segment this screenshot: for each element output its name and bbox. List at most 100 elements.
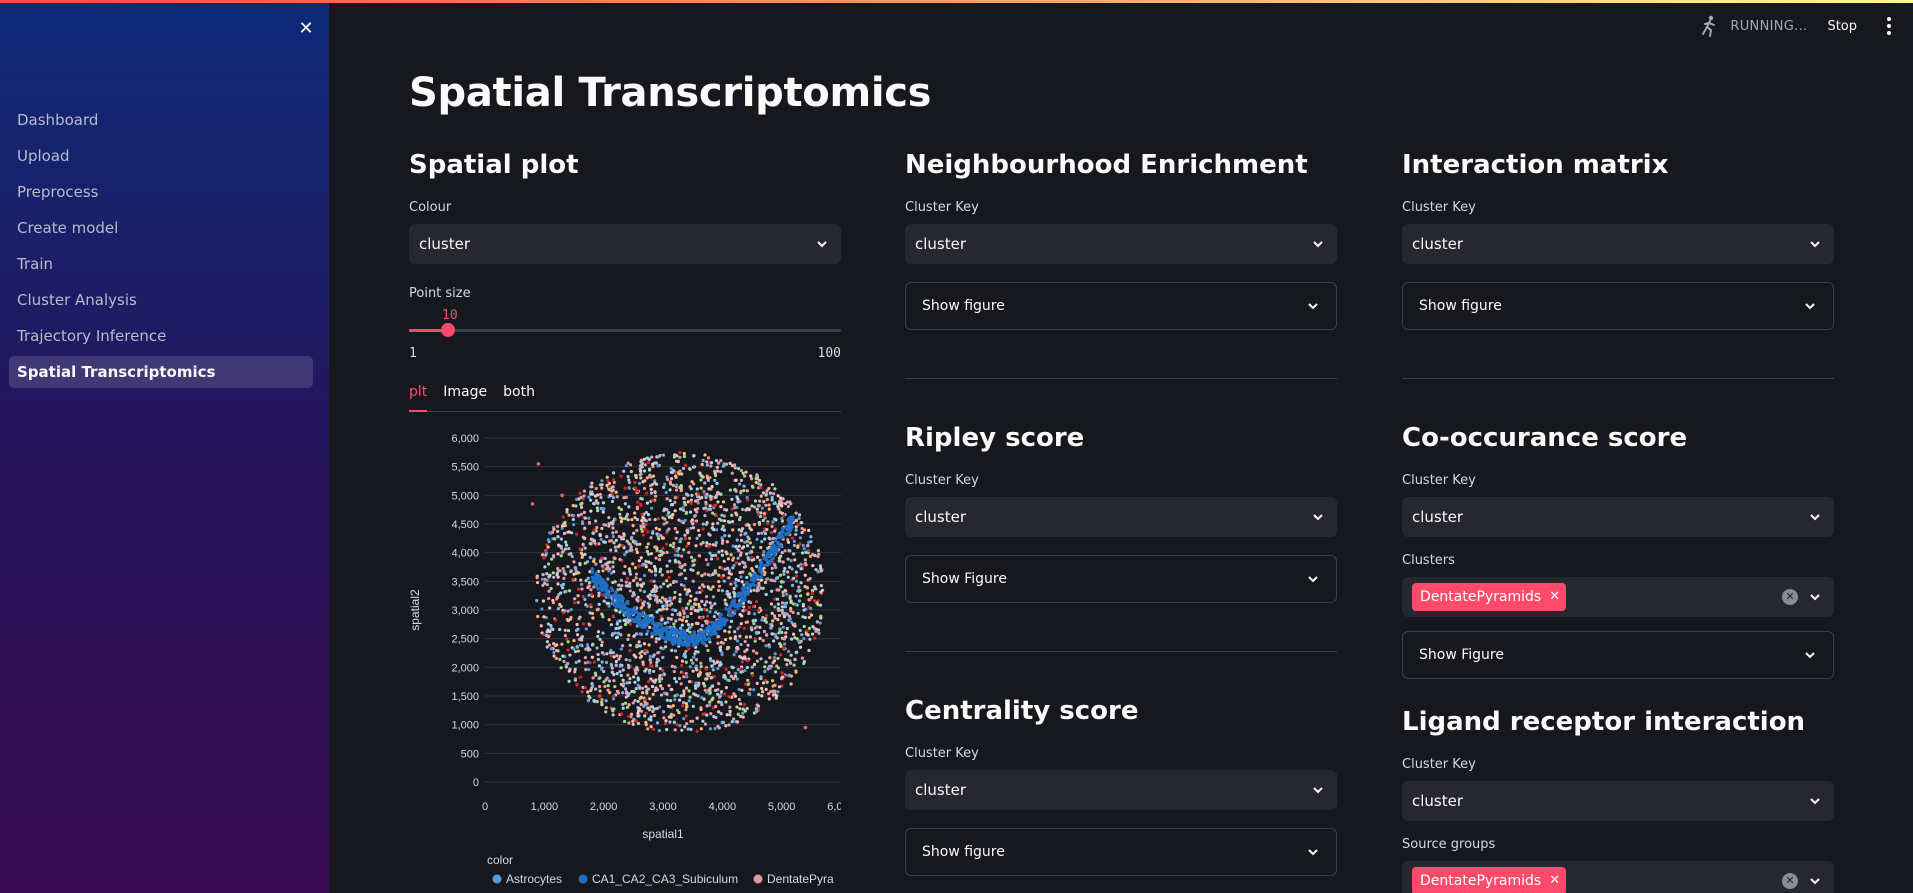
scatter-point — [535, 576, 539, 580]
main-area: RUNNING... Stop Spatial Transcriptomics … — [329, 0, 1913, 893]
scatter-point — [648, 668, 652, 672]
sidebar-item-dashboard[interactable]: Dashboard — [9, 104, 313, 136]
main-menu-icon[interactable] — [1879, 14, 1899, 38]
stop-button[interactable]: Stop — [1827, 19, 1857, 34]
sidebar-item-create-model[interactable]: Create model — [9, 212, 313, 244]
tab-plt[interactable]: plt — [409, 378, 428, 412]
scatter-point — [798, 645, 803, 649]
scatter-point — [621, 610, 626, 614]
scatter-point — [680, 618, 684, 622]
scatter-point — [703, 637, 708, 642]
close-sidebar-icon[interactable]: ✕ — [294, 17, 318, 41]
scatter-point — [606, 683, 610, 688]
scatter-point — [737, 528, 741, 532]
scatter-point — [697, 554, 702, 558]
interaction-show-figure-expander[interactable]: Show figure — [1402, 282, 1834, 330]
scatter-point — [634, 687, 638, 691]
sidebar-item-upload[interactable]: Upload — [9, 140, 313, 172]
scatter-point — [751, 545, 755, 549]
scatter-point — [739, 533, 743, 537]
scatter-point — [627, 478, 631, 482]
scatter-point — [627, 505, 631, 509]
scatter-point — [726, 557, 731, 561]
scatter-point — [581, 622, 586, 626]
remove-chip-icon[interactable]: ✕ — [1549, 867, 1560, 893]
scatter-point — [558, 657, 562, 661]
scatter-point — [735, 505, 739, 510]
scatter-point — [689, 526, 693, 530]
scatter-point — [564, 589, 568, 594]
clusters-multiselect[interactable]: DentatePyramids ✕ ✕ — [1402, 577, 1834, 617]
neighbourhood-cluster-key-select[interactable]: cluster — [905, 224, 1337, 264]
point-size-slider[interactable]: 10 1 100 — [409, 308, 841, 362]
scatter-point — [611, 478, 615, 482]
scatter-point — [695, 591, 699, 595]
ripley-show-figure-expander[interactable]: Show Figure — [905, 555, 1337, 603]
chevron-down-icon — [1313, 514, 1323, 521]
chevron-down-icon[interactable] — [1808, 874, 1822, 888]
scatter-point — [685, 544, 689, 548]
scatter-point — [724, 685, 729, 690]
scatter-point — [670, 687, 674, 692]
centrality-show-figure-expander[interactable]: Show figure — [905, 828, 1337, 876]
tab-both[interactable]: both — [503, 378, 535, 412]
centrality-cluster-key-select[interactable]: cluster — [905, 770, 1337, 810]
scatter-point — [596, 607, 600, 611]
scatter-point — [594, 519, 598, 523]
scatter-point — [598, 575, 603, 580]
scatter-point — [720, 541, 725, 545]
sidebar-item-train[interactable]: Train — [9, 248, 313, 280]
slider-track[interactable] — [409, 329, 841, 332]
scatter-point — [578, 675, 582, 679]
sidebar-item-cluster-analysis[interactable]: Cluster Analysis — [9, 284, 313, 316]
scatter-point — [744, 523, 748, 527]
scatter-point — [711, 696, 715, 700]
scatter-point — [594, 562, 598, 566]
scatter-point — [788, 617, 792, 621]
cooccurance-cluster-key-select[interactable]: cluster — [1402, 497, 1834, 537]
scatter-point — [769, 602, 773, 606]
remove-chip-icon[interactable]: ✕ — [1549, 583, 1560, 611]
scatter-point — [764, 660, 768, 664]
cooccurance-show-figure-expander[interactable]: Show Figure — [1402, 631, 1834, 679]
clear-all-icon[interactable]: ✕ — [1782, 873, 1798, 889]
colour-select[interactable]: cluster — [409, 224, 841, 264]
scatter-point — [691, 579, 695, 583]
scatter-point — [703, 603, 707, 607]
ligand-cluster-key-select[interactable]: cluster — [1402, 781, 1834, 821]
spatial-scatter-chart: 0 500 1,000 1,500 2,000 2,500 3,000 3,500 4,000 4… — [409, 420, 841, 892]
scatter-point — [716, 588, 721, 593]
clear-all-icon[interactable]: ✕ — [1782, 589, 1798, 605]
source-groups-multiselect[interactable]: DentatePyramids ✕ ✕ — [1402, 861, 1834, 893]
scatter-point — [733, 591, 737, 596]
scatter-point — [660, 687, 665, 691]
scatter-point — [555, 571, 560, 575]
chevron-down-icon[interactable] — [1808, 590, 1822, 604]
interaction-cluster-key-select[interactable]: cluster — [1402, 224, 1834, 264]
ripley-cluster-key-select[interactable]: cluster — [905, 497, 1337, 537]
scatter-point — [583, 546, 587, 550]
sidebar-item-spatial-transcriptomics[interactable]: Spatial Transcriptomics — [9, 356, 313, 388]
slider-thumb[interactable] — [441, 323, 456, 337]
neighbourhood-show-figure-expander[interactable]: Show figure — [905, 282, 1337, 330]
scatter-point — [784, 631, 788, 635]
scatter-point — [590, 485, 594, 489]
scatter-point — [805, 629, 809, 633]
sidebar-item-trajectory-inference[interactable]: Trajectory Inference — [9, 320, 313, 352]
scatter-point — [617, 657, 621, 661]
scatter-point — [703, 688, 707, 692]
scatter-point — [721, 500, 726, 504]
tab-image[interactable]: Image — [443, 378, 487, 412]
scatter-point — [781, 514, 786, 518]
scatter-point — [781, 593, 785, 598]
scatter-point — [642, 573, 647, 578]
scatter-point — [710, 526, 714, 530]
scatter-point — [621, 702, 625, 706]
scatter-point — [595, 506, 599, 510]
scatter-point — [655, 664, 659, 668]
sidebar-item-preprocess[interactable]: Preprocess — [9, 176, 313, 208]
scatter-point — [739, 621, 743, 626]
select-value: cluster — [915, 235, 967, 253]
scatter-point — [723, 675, 727, 679]
scatter-point — [574, 628, 579, 633]
